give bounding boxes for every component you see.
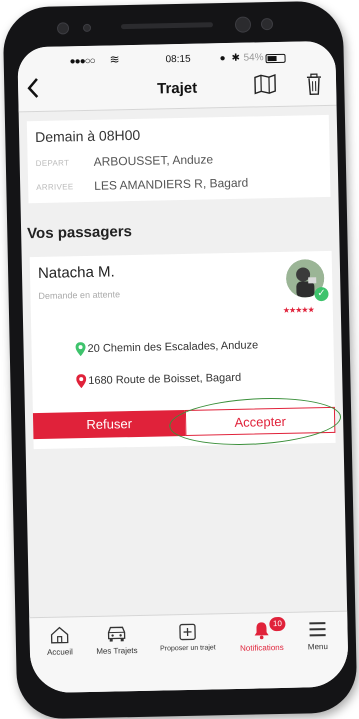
tab-menu[interactable]: Menu (299, 620, 336, 652)
car-icon (105, 624, 127, 642)
dropoff-address: 1680 Route de Boisset, Bagard (88, 372, 241, 387)
notification-badge: 10 (269, 617, 285, 631)
passengers-section-title: Vos passagers (27, 223, 132, 242)
passenger-name: Natacha M. (38, 263, 115, 282)
rating-stars: ★★★★★ (283, 305, 314, 315)
speaker-grille (121, 22, 213, 29)
tab-label: Accueil (47, 647, 73, 657)
tab-bar: Accueil Mes Trajets Proposer un trajet (29, 611, 349, 694)
trip-card: Demain à 08H00 DEPART ARBOUSSET, Anduze … (27, 115, 331, 203)
dropoff-pin-icon (76, 374, 86, 393)
app-screen: ●●●○○ ≋ 08:15 ● ✱ 54% Trajet (17, 41, 348, 694)
sensor-icon (83, 24, 91, 32)
trash-icon (306, 73, 322, 95)
tab-proposer-trajet[interactable]: Proposer un trajet (149, 622, 226, 653)
tab-notifications[interactable]: 10 Notifications (233, 621, 290, 653)
pickup-address: 20 Chemin des Escalades, Anduze (87, 339, 258, 355)
annotation-ellipse (168, 394, 342, 450)
tab-label: Proposer un trajet (160, 644, 216, 652)
camera-icon (57, 22, 69, 34)
proximity-sensor-icon (261, 18, 273, 30)
menu-icon (308, 620, 326, 638)
tab-accueil[interactable]: Accueil (39, 625, 80, 657)
nav-bar: Trajet (18, 63, 337, 113)
depart-value: ARBOUSSET, Anduze (94, 152, 214, 168)
home-icon (49, 625, 69, 643)
battery-icon (265, 54, 285, 63)
depart-label: DEPART (36, 158, 70, 168)
arrivee-label: ARRIVEE (36, 182, 73, 192)
map-icon (254, 74, 276, 94)
refuse-button[interactable]: Refuser (33, 410, 186, 439)
verified-check-icon: ✓ (314, 287, 328, 301)
arrivee-value: LES AMANDIERS R, Bagard (94, 176, 248, 193)
battery-percent: 54% (243, 52, 263, 63)
pickup-pin-icon (75, 342, 85, 361)
plus-square-icon (178, 623, 196, 641)
passenger-card: Natacha M. Demande en attente ✓ ★★★★★ 20… (30, 251, 336, 449)
bluetooth-icon: ✱ (231, 53, 240, 64)
tab-mes-trajets[interactable]: Mes Trajets (87, 624, 146, 656)
tab-label: Menu (308, 642, 328, 651)
front-camera-icon (235, 16, 251, 32)
request-status: Demande en attente (38, 289, 120, 301)
bell-icon (252, 621, 270, 639)
delete-button[interactable] (306, 73, 323, 100)
location-icon: ● (219, 53, 225, 64)
tab-label: Mes Trajets (96, 646, 138, 656)
tab-label: Notifications (240, 643, 284, 653)
page-title: Trajet (18, 77, 336, 101)
trip-time: Demain à 08H00 (35, 127, 140, 145)
map-button[interactable] (254, 74, 277, 99)
signal-indicator: ●●●○○ (69, 56, 94, 68)
wifi-icon: ≋ (109, 52, 119, 66)
clock: 08:15 (165, 54, 190, 66)
